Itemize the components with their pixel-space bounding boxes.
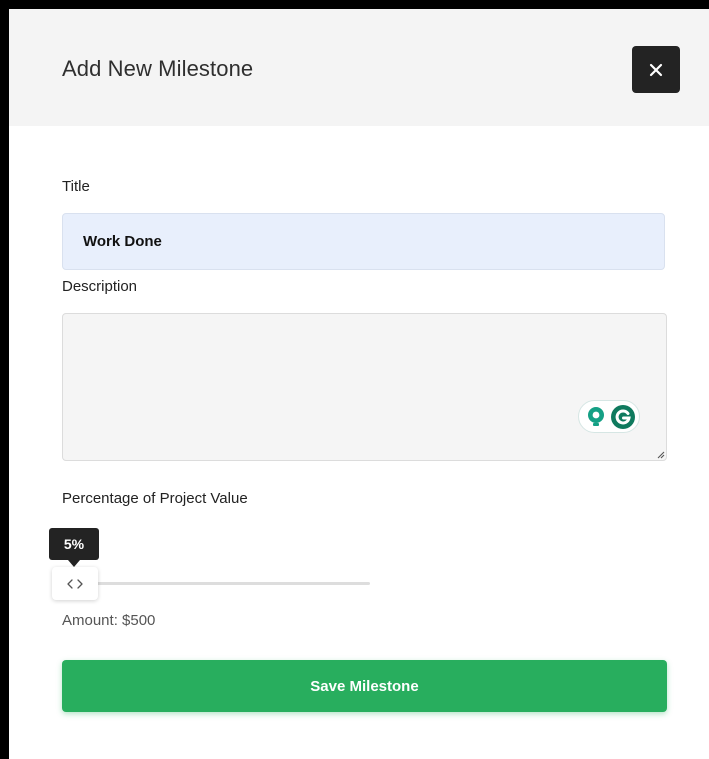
title-input[interactable] xyxy=(62,213,665,270)
close-icon xyxy=(649,63,663,76)
description-textarea[interactable] xyxy=(62,313,667,461)
description-label: Description xyxy=(62,278,138,295)
modal-header: Add New Milestone xyxy=(9,9,709,126)
lightbulb-icon xyxy=(588,407,604,426)
code-arrows-icon xyxy=(67,578,83,589)
close-button[interactable] xyxy=(632,46,680,93)
amount-text: Amount: $500 xyxy=(62,612,156,629)
grammarly-g-icon xyxy=(611,405,635,429)
window-border-left xyxy=(0,0,9,759)
resize-grip-icon[interactable] xyxy=(655,449,665,459)
percentage-slider-track[interactable] xyxy=(62,582,370,585)
grammarly-widget[interactable] xyxy=(578,400,640,433)
percentage-tooltip: 5% xyxy=(49,528,99,560)
percentage-label: Percentage of Project Value xyxy=(62,490,248,507)
save-milestone-button[interactable]: Save Milestone xyxy=(62,660,667,712)
modal-dialog: Add New Milestone Title Description Perc… xyxy=(0,0,709,759)
percentage-slider-handle[interactable] xyxy=(52,567,98,600)
tooltip-arrow xyxy=(68,560,80,567)
title-label: Title xyxy=(62,178,90,195)
window-border-top xyxy=(0,0,709,9)
modal-title: Add New Milestone xyxy=(62,56,254,81)
